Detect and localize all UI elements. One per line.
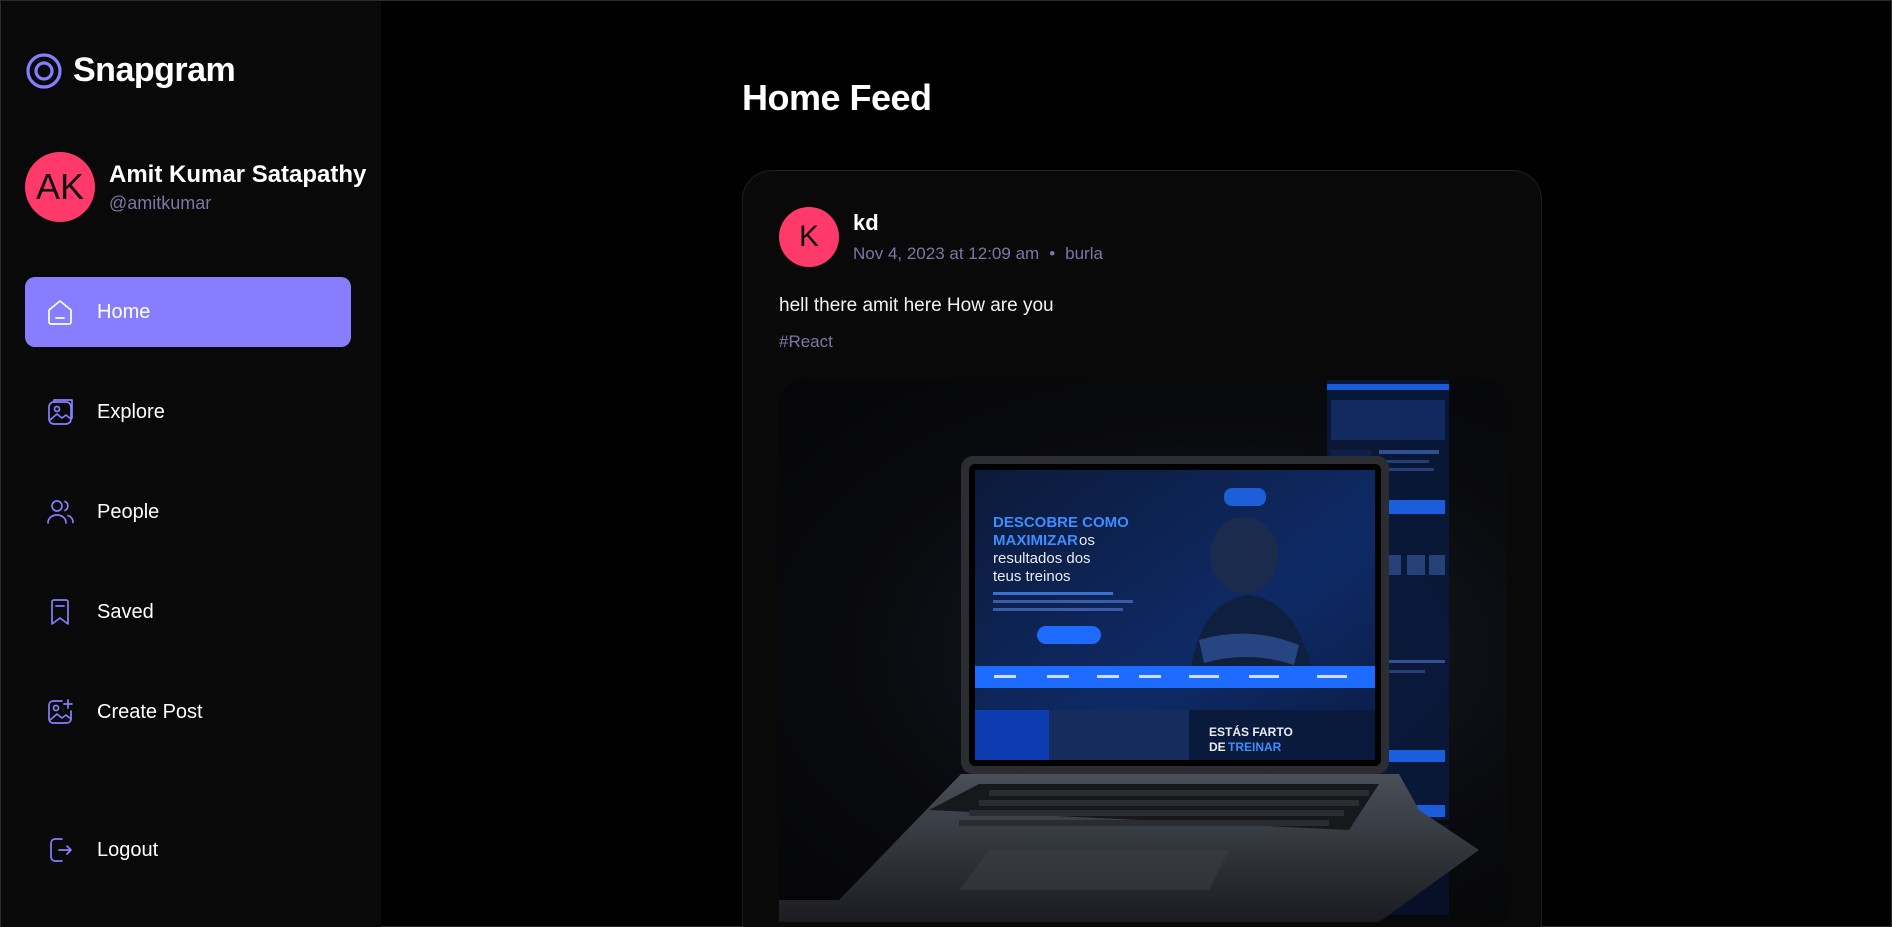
app-logo[interactable]: Snapgram [25,51,236,90]
image-headline-1: DESCOBRE COMO [993,514,1129,531]
app-name: Snapgram [73,51,236,89]
page-title: Home Feed [742,77,932,118]
post-author-avatar[interactable]: K [779,207,839,267]
sidebar-item-label: Home [97,300,151,323]
gallery-add-icon [48,699,73,724]
post-location: burla [1065,244,1103,263]
image-banner-2a: DE [1209,740,1226,754]
profile-handle: @amitkumar [109,192,212,213]
post-meta: Nov 4, 2023 at 12:09 am • burla [853,244,1103,264]
post-card: K kd Nov 4, 2023 at 12:09 am • burla hel… [742,170,1542,927]
bookmark-icon [51,599,69,625]
avatar: AK [25,152,95,222]
meta-separator: • [1049,244,1056,263]
image-headline-4: teus treinos [993,568,1071,585]
image-headline-2b: os [1079,532,1095,549]
snapgram-logo-icon [26,52,62,89]
image-banner-2b: TREINAR [1228,740,1282,754]
people-icon [47,500,74,524]
sidebar-item-label: Explore [97,400,165,423]
user-profile[interactable]: AK Amit Kumar Satapathy @amitkumar [25,152,366,222]
post-image[interactable]: DESCOBRE COMO MAXIMIZAR os resultados do… [779,380,1507,922]
sidebar-item-label: Saved [97,600,154,623]
logout-icon [50,838,72,862]
sidebar-item-explore[interactable]: Explore [25,377,351,447]
sidebar-item-label: People [97,500,160,523]
sidebar-item-create-post[interactable]: Create Post [25,677,351,747]
image-headline-2: MAXIMIZAR [993,532,1078,549]
post-author-name[interactable]: kd [853,210,1103,236]
sidebar-item-saved[interactable]: Saved [25,577,351,647]
sidebar-item-label: Create Post [97,700,203,723]
post-caption: hell there amit here How are you [779,295,1054,316]
logout-label: Logout [97,838,159,861]
sidebar-item-people[interactable]: People [25,477,351,547]
gallery-icon [48,399,73,425]
profile-name: Amit Kumar Satapathy [109,160,367,188]
post-tag[interactable]: #React [779,332,833,352]
image-banner-1: ESTÁS FARTO [1209,724,1293,739]
logout-button[interactable]: Logout [25,815,351,885]
sidebar: Snapgram AK Amit Kumar Satapathy @amitku… [1,1,381,927]
image-headline-3: resultados dos [993,550,1091,567]
laptop: DESCOBRE COMO MAXIMIZAR os resultados do… [779,456,1479,922]
post-date: Nov 4, 2023 at 12:09 am [853,244,1040,263]
post-header: K kd Nov 4, 2023 at 12:09 am • burla [779,207,1103,267]
home-icon [48,300,72,325]
sidebar-item-home[interactable]: Home [25,277,351,347]
laptop-mockup-illustration: DESCOBRE COMO MAXIMIZAR os resultados do… [779,380,1479,922]
